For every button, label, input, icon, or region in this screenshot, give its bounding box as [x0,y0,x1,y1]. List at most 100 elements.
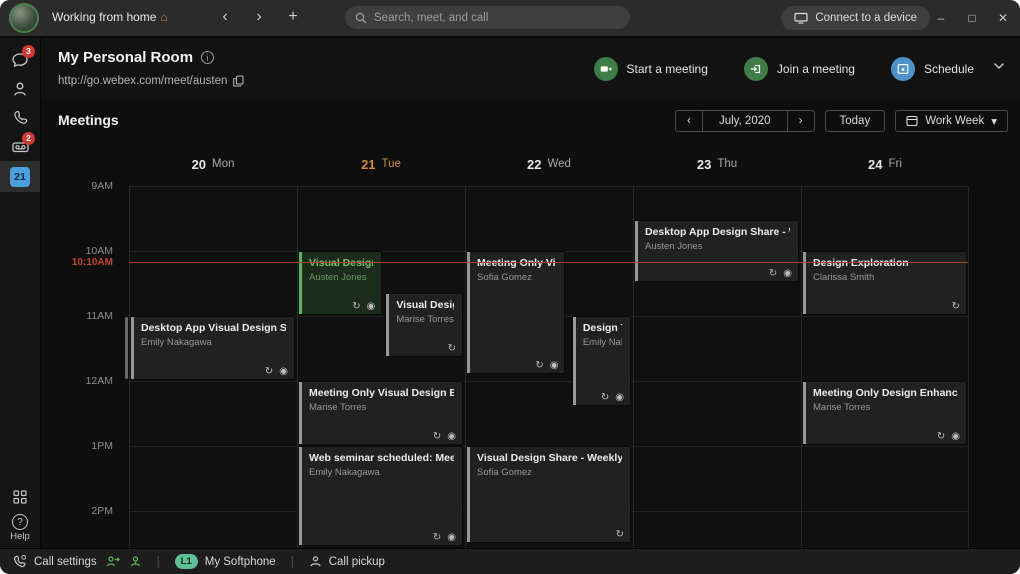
calendar-event[interactable]: Desktop App Design Share - Weekly Austen … [635,221,798,282]
recurrence-icon: ↻ [535,359,544,371]
time-label: 1PM [91,440,113,452]
event-title: Meeting Only Visual Design Explorat [309,387,454,399]
back-button[interactable]: ‹ [214,5,236,29]
event-organizer: Clarissa Smith [813,272,875,283]
call-forward-icon[interactable] [106,555,120,568]
sidebar-item-calls[interactable] [0,103,40,132]
view-caret-icon: ▾ [991,116,997,128]
calendar-event[interactable]: Meeting Only Design Enhancement Marise To… [803,382,966,444]
event-organizer: Emily Nakagawa [582,337,622,348]
avatar[interactable] [9,3,39,33]
webex-icon: ◉ [549,359,559,371]
event-title: Desktop App Design Share - Weekly [645,226,790,239]
close-button[interactable]: ✕ [996,11,1010,25]
calendar-event[interactable]: Meeting Only Visual Design Explorat Maris… [299,382,462,444]
webex-icon: ◉ [447,431,456,442]
softphone-button[interactable]: L1 My Softphone [174,554,276,569]
call-pickup-label: Call pickup [328,555,385,568]
day-name: Fri [888,158,902,170]
day-header: 20 Mon [129,142,297,186]
connect-to-device-button[interactable]: Connect to a device [781,6,930,30]
call-pickup-button[interactable]: Call pickup [309,555,385,568]
webex-icon: ◉ [366,301,376,312]
maximize-button[interactable]: □ [965,11,979,25]
chevron-down-icon[interactable] [993,62,1005,70]
call-settings-button[interactable]: Call settings [12,554,97,569]
sidebar-item-messaging[interactable]: 3 [0,45,40,74]
month-label[interactable]: July, 2020 [701,111,788,131]
copy-icon[interactable] [233,75,244,87]
time-label: 10AM [85,245,113,257]
view-calendar-icon [906,115,918,127]
event-icons: ↻ ◉ [937,431,960,442]
start-meeting-label: Start a meeting [626,62,708,76]
remote-desk-icon[interactable] [129,555,142,568]
new-tab-button[interactable]: + [282,5,304,29]
call-bar: Call settings | L1 My Softphone | Call p… [0,548,1020,574]
divider: | [156,555,160,568]
calendar-event[interactable]: Meeting Only Visual ESofia Gomez↻◉ [467,252,565,373]
join-meeting-label: Join a meeting [776,62,855,76]
calendar-event[interactable]: Visual Design Sha Marise Torres ↻ [386,294,462,357]
event-organizer: Austen Jones [309,272,367,283]
personal-room-title: My Personal Room [58,49,194,66]
sidebar: 3 2 21 ? Help [0,38,40,548]
sidebar-item-meetings[interactable]: 21 [0,161,40,192]
nav-group: ‹ › + [214,5,304,29]
day-number: 23 [696,156,712,172]
schedule-calendar-icon [890,57,915,81]
apps-grid-icon[interactable] [12,489,28,505]
call-pickup-icon [309,555,322,568]
calendar-event[interactable]: Design ThingEmily Nakagawa↻◉ [572,317,630,405]
join-meeting-button[interactable]: Join a meeting [743,57,855,81]
scrollbar-thumb[interactable] [125,317,128,379]
schedule-label: Schedule [923,62,974,76]
forward-button[interactable]: › [248,5,270,29]
event-icons: ↻ ◉ [535,360,558,371]
app-window: Working from home ⌂ ‹ › + Search, meet, a… [0,0,1020,574]
webex-icon: ◉ [279,366,288,377]
personal-room-header: My Personal Room i http://go.webex.com/m… [41,38,1020,100]
calendar-event[interactable]: Desktop App Visual Design Sync Emily Naka… [131,317,294,379]
meetings-title: Meetings [58,112,119,128]
calendar-event[interactable]: Visual Design Share - Weekly Sofia Gomez ↻ [467,447,630,542]
sidebar-item-contacts[interactable] [0,74,40,103]
camera-icon [593,57,618,81]
view-select[interactable]: Work Week ▾ [895,110,1008,132]
calendar-event[interactable]: Web seminar scheduled: Meeting Emily Naka… [299,447,462,545]
time-gutter: 9AM 10AM 11AM 12AM 1PM 2PM 10:10AM [41,180,121,550]
recurrence-icon: ↻ [951,301,960,312]
info-icon[interactable]: i [201,51,215,64]
search-input[interactable]: Search, meet, and call [345,6,630,29]
webex-icon: ◉ [447,531,456,543]
sidebar-bottom: ? Help [0,489,40,542]
room-url-text[interactable]: http://go.webex.com/meet/austen [58,75,227,87]
help-button[interactable]: ? Help [10,514,30,542]
home-icon: ⌂ [160,10,168,24]
today-button[interactable]: Today [824,110,886,132]
event-icons: ↻ ◉ [601,392,624,403]
start-meeting-button[interactable]: Start a meeting [593,57,708,81]
device-icon [794,12,808,24]
month-nav: ‹ July, 2020 › [674,110,815,132]
sidebar-item-voicemail[interactable]: 2 [0,132,40,161]
next-month-button[interactable]: › [788,111,814,131]
minimize-button[interactable]: – [934,11,948,25]
day-name: Wed [547,158,571,170]
view-label: Work Week [925,115,985,127]
day-header: 22 Wed [465,142,633,186]
event-title: Desktop App Visual Design Sync [141,322,286,334]
event-title: Meeting Only Design Enhancement [813,387,958,399]
calendar-grid[interactable]: Desktop App Visual Design Sync Emily Naka… [129,186,969,550]
event-organizer: Emily Nakagawa [141,337,212,348]
recurrence-icon: ↻ [432,531,442,543]
current-time-line [129,262,968,264]
search-icon [355,12,367,24]
schedule-button[interactable]: Schedule [890,57,974,81]
event-organizer: Austen Jones [645,241,703,253]
time-label: 2PM [91,505,113,517]
status-text[interactable]: Working from home ⌂ [52,10,168,24]
recurrence-icon: ↻ [936,431,946,442]
day-headers: 20 Mon 21 Tue 22 Wed 23 Thu 24 Fri [129,142,969,186]
prev-month-button[interactable]: ‹ [676,111,702,131]
